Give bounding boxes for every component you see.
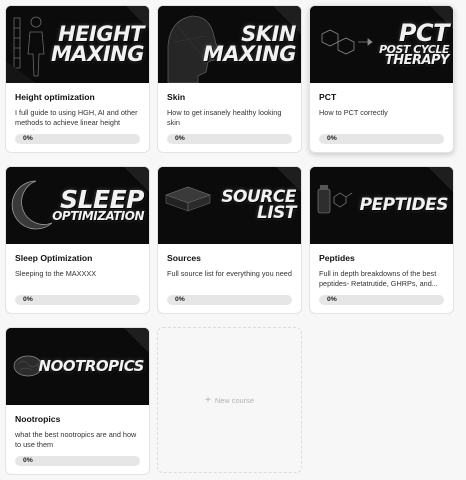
- course-body: Height optimization I full guide to usin…: [6, 83, 149, 152]
- course-card-height-optimization[interactable]: HEIGHT MAXING Height optimization I full…: [5, 5, 150, 153]
- course-card-peptides[interactable]: PEPTIDES Peptides Full in depth breakdow…: [309, 166, 454, 314]
- thumbnail-line: PCT: [398, 19, 450, 48]
- thumbnail-title: HEIGHT MAXING: [51, 6, 144, 83]
- course-body: PCT How to PCT correctly 0%: [310, 83, 453, 152]
- course-description: what the best nootropics are and how to …: [15, 430, 137, 450]
- course-card-sleep-optimization[interactable]: SLEEP OPTIMIZATION Sleep Optimization Sl…: [5, 166, 150, 314]
- course-body: Sleep Optimization Sleeping to the MAXXX…: [6, 244, 149, 313]
- course-title: Nootropics: [15, 414, 61, 424]
- course-progress-bar: 0%: [15, 134, 140, 144]
- course-progress-bar: 0%: [15, 456, 140, 466]
- thumbnail-title: PCT POST CYCLE THERAPY: [379, 6, 449, 83]
- course-progress-label: 0%: [23, 457, 33, 464]
- course-description: Full source list for everything you need: [167, 269, 292, 278]
- thumbnail-title: SLEEP OPTIMIZATION: [52, 167, 144, 244]
- course-title: Sleep Optimization: [15, 253, 93, 263]
- course-card-sources[interactable]: SOURCE LIST Sources Full source list for…: [157, 166, 302, 314]
- course-title: Height optimization: [15, 92, 95, 102]
- course-progress-bar: 0%: [319, 295, 444, 305]
- course-progress-bar: 0%: [167, 295, 292, 305]
- course-progress-label: 0%: [327, 296, 337, 303]
- course-progress-label: 0%: [23, 296, 33, 303]
- thumbnail-line: MAXING: [51, 41, 144, 66]
- course-card-pct[interactable]: PCT POST CYCLE THERAPY PCT How to PCT co…: [309, 5, 454, 153]
- course-title: PCT: [319, 92, 337, 102]
- thumbnail-line: PEPTIDES: [359, 194, 449, 215]
- course-card-skin[interactable]: SKIN MAXING Skin How to get insanely hea…: [157, 5, 302, 153]
- course-description: Sleeping to the MAXXXX: [15, 269, 97, 278]
- thumbnail-line: LIST: [257, 202, 297, 223]
- course-title: Skin: [167, 92, 186, 102]
- course-progress-label: 0%: [327, 135, 337, 142]
- course-thumbnail: PCT POST CYCLE THERAPY: [310, 6, 453, 83]
- course-progress-bar: 0%: [15, 295, 140, 305]
- thumbnail-line: OPTIMIZATION: [52, 209, 144, 224]
- course-progress-bar: 0%: [167, 134, 292, 144]
- course-progress-label: 0%: [23, 135, 33, 142]
- course-description: How to PCT correctly: [319, 108, 388, 117]
- course-thumbnail: HEIGHT MAXING: [6, 6, 149, 83]
- thumbnail-title: SKIN MAXING: [203, 6, 296, 83]
- course-thumbnail: PEPTIDES: [310, 167, 453, 244]
- course-progress-bar: 0%: [319, 134, 444, 144]
- course-description: Full in depth breakdowns of the best pep…: [319, 269, 438, 289]
- thumbnail-line: NOOTROPICS: [38, 356, 145, 375]
- course-thumbnail: SKIN MAXING: [158, 6, 301, 83]
- course-title: Sources: [167, 253, 201, 263]
- new-course-label: New course: [214, 395, 254, 405]
- course-title: Peptides: [319, 253, 355, 263]
- course-body: Sources Full source list for everything …: [158, 244, 301, 313]
- course-card-nootropics[interactable]: NOOTROPICS Nootropics what the best noot…: [5, 327, 150, 475]
- thumbnail-title: SOURCE LIST: [221, 167, 296, 244]
- course-thumbnail: SLEEP OPTIMIZATION: [6, 167, 149, 244]
- new-course-button[interactable]: + New course: [157, 327, 302, 473]
- course-body: Nootropics what the best nootropics are …: [6, 405, 149, 474]
- course-description: How to get insanely healthy looking skin: [167, 108, 282, 128]
- course-thumbnail: SOURCE LIST: [158, 167, 301, 244]
- course-progress-label: 0%: [175, 135, 185, 142]
- course-body: Skin How to get insanely healthy looking…: [158, 83, 301, 152]
- thumbnail-line: MAXING: [203, 41, 296, 66]
- course-progress-label: 0%: [175, 296, 185, 303]
- plus-icon: +: [205, 394, 211, 406]
- course-thumbnail: NOOTROPICS: [6, 328, 149, 405]
- course-body: Peptides Full in depth breakdowns of the…: [310, 244, 453, 313]
- course-description: I full guide to using HGH, AI and other …: [15, 108, 138, 130]
- thumbnail-title: PEPTIDES: [359, 167, 449, 244]
- thumbnail-line: THERAPY: [384, 52, 450, 68]
- thumbnail-title: NOOTROPICS: [38, 328, 145, 405]
